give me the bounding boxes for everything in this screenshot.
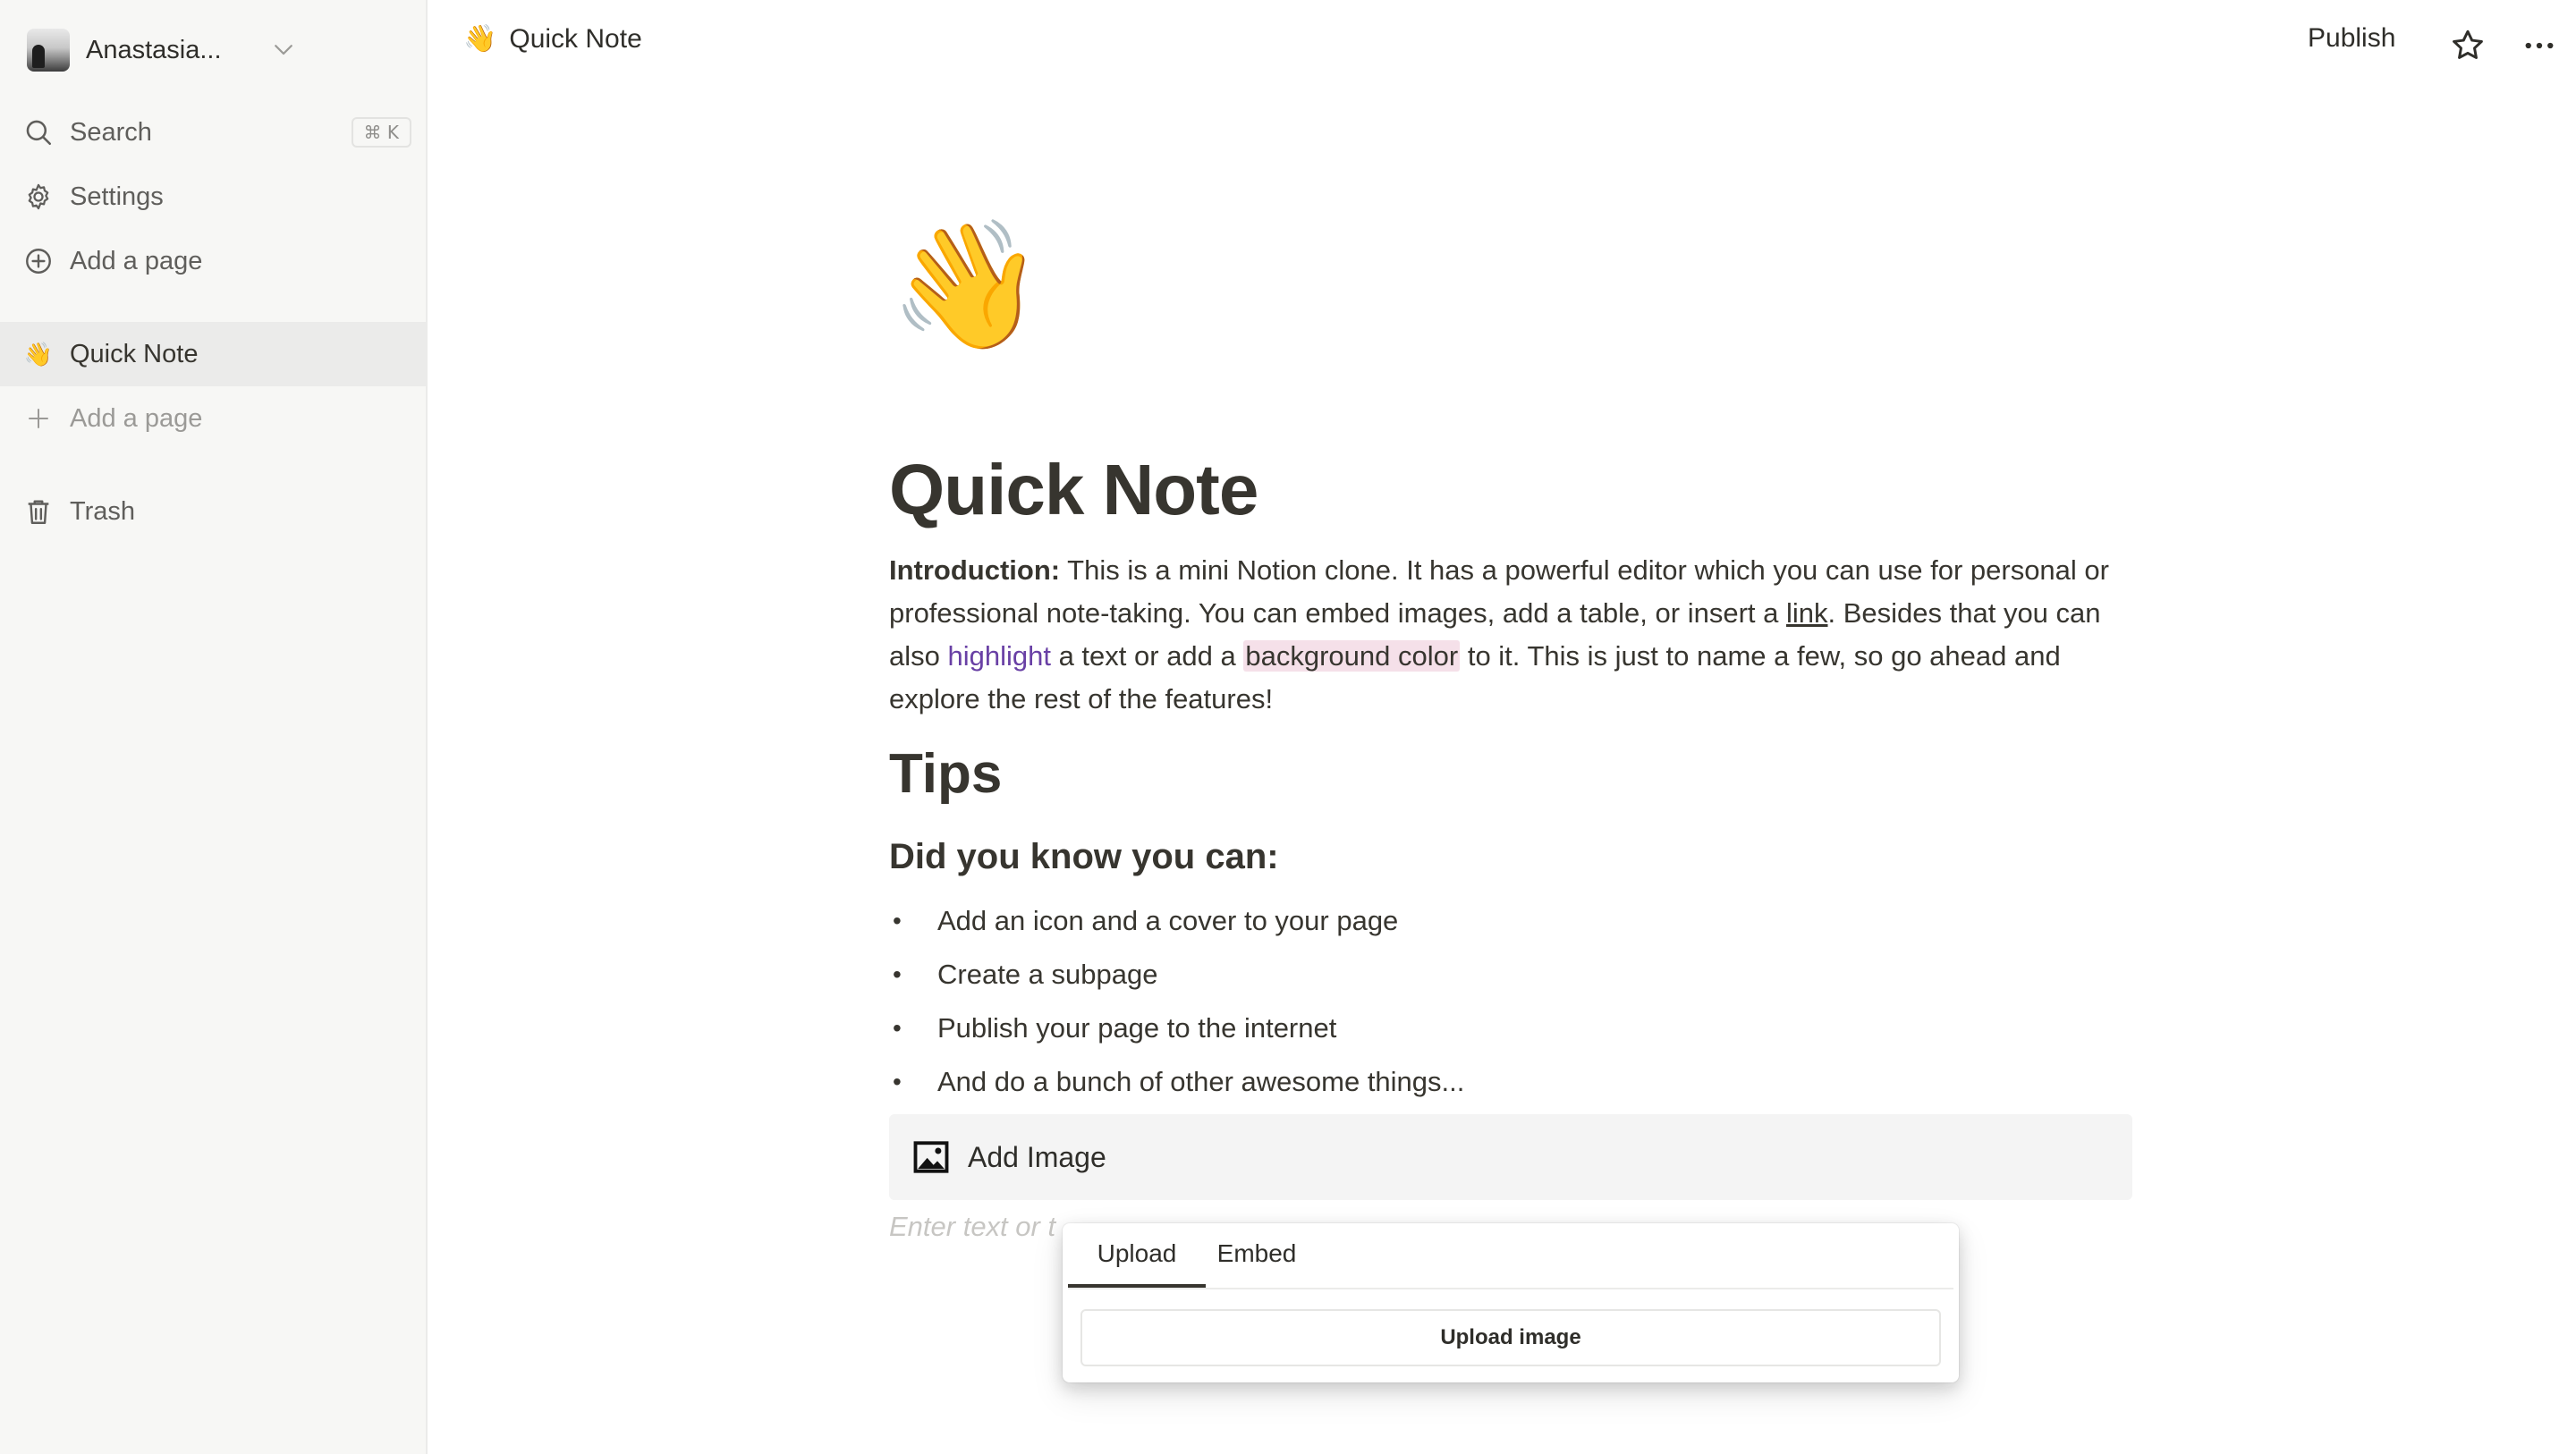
sidebar-item-label: Quick Note [70,339,199,368]
sidebar-item-label: Trash [70,496,136,526]
sidebar-item-label: Add a page [70,246,203,275]
plus-icon [21,402,55,435]
bullet-dot: • [893,960,902,988]
intro-paragraph[interactable]: Introduction: This is a mini Notion clon… [889,549,2132,721]
avatar [27,29,70,72]
add-image-label: Add Image [968,1140,1106,1173]
search-icon [21,115,55,149]
gear-icon [21,180,55,214]
page-icon[interactable]: 👋 [889,224,1045,349]
upload-image-button[interactable]: Upload image [1080,1309,1941,1366]
sidebar-item-quick-note[interactable]: 👋 Quick Note [0,322,428,386]
search-shortcut-badge: ⌘ K [351,117,411,148]
list-item[interactable]: • Publish your page to the internet [889,1007,2132,1061]
bullet-dot: • [893,1014,902,1042]
sidebar-item-add-page[interactable]: Add a page [0,386,428,451]
trash-icon [21,495,55,528]
list-item-text: Create a subpage [937,959,1158,990]
workspace-name: Anastasia... [86,35,222,64]
popover-tabs: Upload Embed [1068,1223,1953,1289]
bullet-list: • Add an icon and a cover to your page • C… [889,900,2132,1114]
list-item[interactable]: • And do a bunch of other awesome things.… [889,1061,2132,1114]
sidebar-item-label: Search [70,117,152,147]
add-image-block[interactable]: Add Image [889,1114,2132,1200]
intro-bold: Introduction: [889,554,1061,586]
page-title[interactable]: Quick Note [889,449,1258,531]
background-color-text: background color [1243,640,1461,672]
highlight-text: highlight [947,640,1051,672]
sidebar-item-search[interactable]: Search ⌘ K [0,100,428,165]
breadcrumb-title: Quick Note [509,23,642,54]
editor-placeholder[interactable]: Enter text or t [889,1211,1055,1243]
waving-hand-icon: 👋 [463,24,497,54]
list-item[interactable]: • Create a subpage [889,953,2132,1007]
bullet-dot: • [893,1068,902,1095]
breadcrumb[interactable]: 👋 Quick Note [463,23,642,55]
sidebar-item-add-page[interactable]: Add a page [0,229,428,293]
publish-button[interactable]: Publish [2308,23,2395,54]
intro-link[interactable]: link [1786,597,1828,629]
intro-text: a text or add a [1050,640,1244,672]
tab-embed[interactable]: Embed [1206,1223,1308,1288]
bullet-dot: • [893,907,902,934]
image-popover: Upload Embed Upload image [1063,1223,1959,1382]
sidebar-item-trash[interactable]: Trash [0,479,428,544]
list-item-text: Publish your page to the internet [937,1012,1337,1044]
heading-did-you-know[interactable]: Did you know you can: [889,837,1279,877]
sidebar-item-label: Add a page [70,403,203,433]
list-item-text: Add an icon and a cover to your page [937,905,1399,936]
workspace-switcher[interactable]: Anastasia... [27,29,402,72]
chevron-down-icon[interactable] [270,36,297,63]
star-icon[interactable] [2449,27,2487,64]
list-item[interactable]: • Add an icon and a cover to your page [889,900,2132,953]
waving-hand-icon: 👋 [23,340,54,368]
more-horizontal-icon[interactable] [2521,27,2558,64]
sidebar-item-settings[interactable]: Settings [0,165,428,229]
tab-upload[interactable]: Upload [1068,1223,1206,1288]
sidebar-item-label: Settings [70,182,164,211]
topbar: 👋 Quick Note Publish [429,0,2576,89]
plus-circle-icon [21,244,55,278]
image-icon [913,1141,949,1173]
heading-tips[interactable]: Tips [889,742,1002,806]
list-item-text: And do a bunch of other awesome things..… [937,1066,1465,1097]
sidebar: Anastasia... Search ⌘ K Settings Add a p… [0,0,428,1454]
